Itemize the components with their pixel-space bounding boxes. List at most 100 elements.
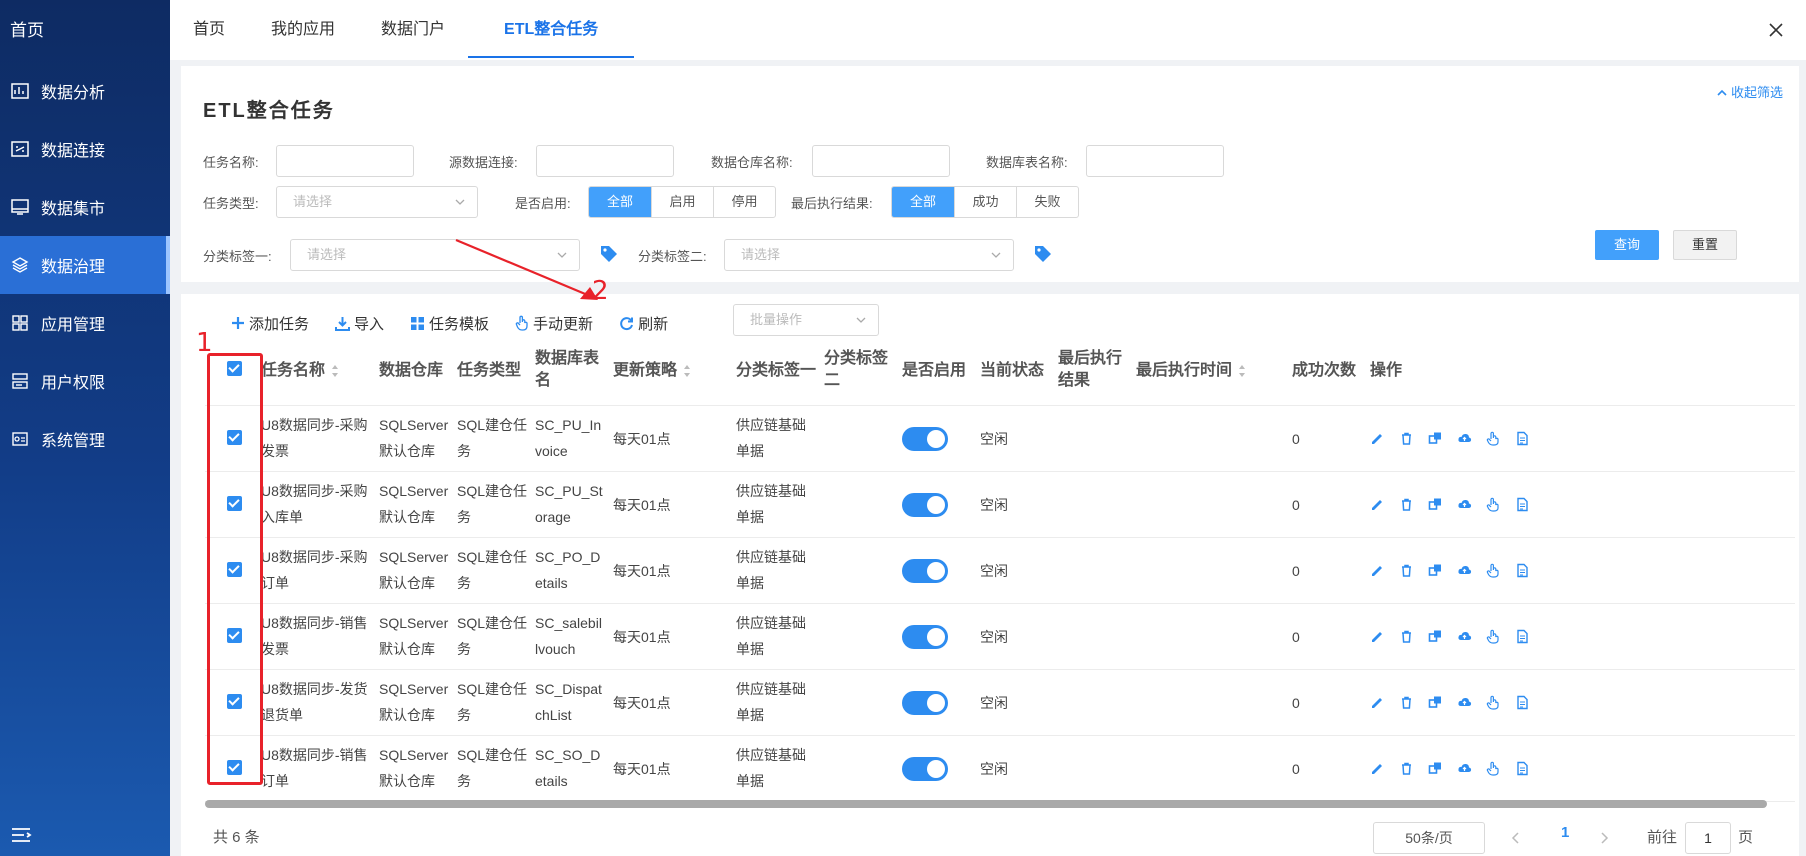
goto-page-input[interactable]: 1 <box>1685 822 1731 854</box>
tab-my-apps[interactable]: 我的应用 <box>248 0 358 60</box>
manual-update-button[interactable]: 手动更新 <box>515 313 593 334</box>
enabled-option-on[interactable]: 启用 <box>651 187 713 217</box>
chevron-left-icon[interactable] <box>1511 832 1521 844</box>
last-result-option-success[interactable]: 成功 <box>954 187 1016 217</box>
col-last-time-header[interactable]: 最后执行时间 <box>1136 360 1246 382</box>
source-connection-input[interactable] <box>536 145 674 177</box>
edit-icon[interactable] <box>1370 629 1385 644</box>
enabled-toggle[interactable] <box>902 559 948 583</box>
document-icon[interactable] <box>1515 761 1530 776</box>
document-icon[interactable] <box>1515 497 1530 512</box>
delete-icon[interactable] <box>1399 695 1414 710</box>
sidebar-item-app-management[interactable]: 应用管理 <box>0 294 170 352</box>
document-icon[interactable] <box>1515 431 1530 446</box>
refresh-button[interactable]: 刷新 <box>619 313 668 334</box>
task-name-cell[interactable]: U8数据同步-销售 发票 <box>261 610 368 662</box>
col-strategy-header[interactable]: 更新策略 <box>613 360 691 382</box>
tag2-select[interactable]: 请选择 <box>724 239 1014 271</box>
delete-icon[interactable] <box>1399 497 1414 512</box>
tag-icon[interactable] <box>1033 244 1053 264</box>
enabled-option-all[interactable]: 全部 <box>589 187 651 217</box>
upload-icon[interactable] <box>1457 695 1472 710</box>
hand-pointer-icon[interactable] <box>1486 563 1501 578</box>
table-row[interactable]: U8数据同步-销售 发票 SQLServer 默认仓库 SQL建仓任务 SC_salebi… <box>205 604 1795 670</box>
table-row[interactable]: U8数据同步-销售 订单 SQLServer 默认仓库 SQL建仓任务 SC_SO_D et… <box>205 736 1795 802</box>
task-name-cell[interactable]: U8数据同步-采购 发票 <box>261 412 368 464</box>
query-button[interactable]: 查询 <box>1595 230 1659 260</box>
hand-pointer-icon[interactable] <box>1486 629 1501 644</box>
enabled-toggle[interactable] <box>902 691 948 715</box>
reset-button[interactable]: 重置 <box>1673 230 1737 260</box>
mart-icon <box>10 197 30 217</box>
copy-icon[interactable] <box>1428 431 1443 446</box>
sidebar-item-data-mart[interactable]: 数据集市 <box>0 178 170 236</box>
enabled-toggle[interactable] <box>902 493 948 517</box>
edit-icon[interactable] <box>1370 431 1385 446</box>
table-row[interactable]: U8数据同步-发货 退货单 SQLServer 默认仓库 SQL建仓任务 SC_Dispa… <box>205 670 1795 736</box>
tab-home[interactable]: 首页 <box>170 0 248 60</box>
enabled-toggle[interactable] <box>902 427 948 451</box>
task-name-cell[interactable]: U8数据同步-采购 入库单 <box>261 478 368 530</box>
current-page[interactable]: 1 <box>1561 824 1569 841</box>
copy-icon[interactable] <box>1428 629 1443 644</box>
edit-icon[interactable] <box>1370 761 1385 776</box>
copy-icon[interactable] <box>1428 497 1443 512</box>
close-icon[interactable] <box>1766 20 1786 40</box>
edit-icon[interactable] <box>1370 695 1385 710</box>
task-name-cell[interactable]: U8数据同步-发货 退货单 <box>261 676 368 728</box>
page-size-select[interactable]: 50条/页 <box>1373 822 1485 854</box>
hand-pointer-icon[interactable] <box>1486 431 1501 446</box>
horizontal-scrollbar[interactable] <box>205 800 1767 808</box>
table-row[interactable]: U8数据同步-采购 发票 SQLServer 默认仓库 SQL建仓任务 SC_PU_In v… <box>205 406 1795 472</box>
upload-icon[interactable] <box>1457 761 1472 776</box>
col-name-header[interactable]: 任务名称 <box>261 360 339 382</box>
delete-icon[interactable] <box>1399 563 1414 578</box>
warehouse-name-input[interactable] <box>812 145 950 177</box>
enabled-option-off[interactable]: 停用 <box>713 187 775 217</box>
tab-data-portal[interactable]: 数据门户 <box>358 0 468 60</box>
task-name-cell[interactable]: U8数据同步-销售 订单 <box>261 742 368 794</box>
edit-icon[interactable] <box>1370 497 1385 512</box>
copy-icon[interactable] <box>1428 563 1443 578</box>
task-template-button[interactable]: 任务模板 <box>410 313 489 334</box>
add-task-button[interactable]: 添加任务 <box>231 313 309 334</box>
delete-icon[interactable] <box>1399 431 1414 446</box>
delete-icon[interactable] <box>1399 629 1414 644</box>
document-icon[interactable] <box>1515 629 1530 644</box>
enabled-toggle[interactable] <box>902 625 948 649</box>
copy-icon[interactable] <box>1428 695 1443 710</box>
collapse-filter-link[interactable]: 收起筛选 <box>1717 82 1783 101</box>
hand-pointer-icon[interactable] <box>1486 761 1501 776</box>
last-result-option-fail[interactable]: 失败 <box>1016 187 1078 217</box>
sidebar-item-data-governance[interactable]: 数据治理 <box>0 236 170 294</box>
table-row[interactable]: U8数据同步-采购 订单 SQLServer 默认仓库 SQL建仓任务 SC_PO_D et… <box>205 538 1795 604</box>
batch-operation-select[interactable]: 批量操作 <box>733 304 879 336</box>
sidebar-home[interactable]: 首页 <box>0 0 170 62</box>
sidebar-item-data-analysis[interactable]: 数据分析 <box>0 62 170 120</box>
last-result-option-all[interactable]: 全部 <box>892 187 954 217</box>
upload-icon[interactable] <box>1457 629 1472 644</box>
sidebar-item-data-connection[interactable]: 数据连接 <box>0 120 170 178</box>
table-row[interactable]: U8数据同步-采购 入库单 SQLServer 默认仓库 SQL建仓任务 SC_PU_St… <box>205 472 1795 538</box>
task-type-select[interactable]: 请选择 <box>276 186 478 218</box>
task-name-input[interactable] <box>276 145 414 177</box>
db-table-name-input[interactable] <box>1086 145 1224 177</box>
enabled-toggle[interactable] <box>902 757 948 781</box>
task-name-cell[interactable]: U8数据同步-采购 订单 <box>261 544 368 596</box>
upload-icon[interactable] <box>1457 431 1472 446</box>
tab-etl-tasks[interactable]: ETL整合任务 <box>468 0 635 60</box>
copy-icon[interactable] <box>1428 761 1443 776</box>
hand-pointer-icon[interactable] <box>1486 497 1501 512</box>
document-icon[interactable] <box>1515 695 1530 710</box>
upload-icon[interactable] <box>1457 497 1472 512</box>
collapse-menu-icon[interactable] <box>10 826 32 844</box>
edit-icon[interactable] <box>1370 563 1385 578</box>
import-button[interactable]: 导入 <box>335 313 384 334</box>
chevron-right-icon[interactable] <box>1599 832 1609 844</box>
upload-icon[interactable] <box>1457 563 1472 578</box>
hand-pointer-icon[interactable] <box>1486 695 1501 710</box>
sidebar-item-system-management[interactable]: 系统管理 <box>0 410 170 468</box>
sidebar-item-user-permissions[interactable]: 用户权限 <box>0 352 170 410</box>
delete-icon[interactable] <box>1399 761 1414 776</box>
document-icon[interactable] <box>1515 563 1530 578</box>
